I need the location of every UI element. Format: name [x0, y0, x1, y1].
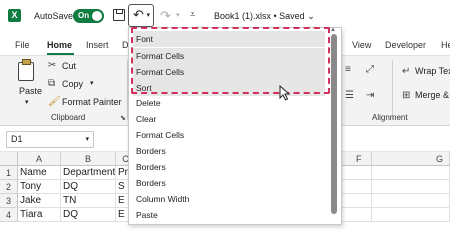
- alignment-group-label: Alignment: [372, 113, 408, 122]
- chevron-down-icon[interactable]: ▾: [176, 11, 180, 19]
- scroll-up-arrow-icon[interactable]: ▲: [330, 27, 336, 33]
- undo-button[interactable]: ↶ ▾: [128, 4, 154, 27]
- autosave-state: On: [78, 11, 90, 20]
- row-header[interactable]: 2: [0, 180, 18, 194]
- paste-button[interactable]: Paste: [19, 86, 42, 96]
- table-cell[interactable]: [372, 166, 450, 180]
- column-header-a[interactable]: A: [18, 152, 61, 166]
- indent-icon[interactable]: ⇥: [366, 90, 374, 101]
- table-cell[interactable]: DQ: [61, 180, 116, 194]
- undo-history-item[interactable]: Borders: [135, 143, 325, 159]
- table-cell[interactable]: [372, 208, 450, 222]
- tab-help[interactable]: He: [441, 40, 450, 50]
- name-box-value: D1: [11, 134, 23, 144]
- clipboard-group-label: Clipboard: [51, 113, 86, 122]
- chevron-down-icon[interactable]: ▾: [25, 98, 29, 106]
- undo-history-item[interactable]: Paste: [135, 207, 325, 223]
- undo-history-item[interactable]: Clear: [135, 111, 325, 127]
- table-cell[interactable]: Tiara: [18, 208, 61, 222]
- wrap-text-icon[interactable]: ↵: [402, 66, 410, 77]
- document-title[interactable]: Book1 (1).xlsx • Saved ⌄: [214, 11, 315, 22]
- autosave-label: AutoSave: [34, 11, 74, 21]
- autosave-toggle[interactable]: On: [73, 9, 104, 23]
- row-header[interactable]: 4: [0, 208, 18, 222]
- table-cell[interactable]: [342, 180, 372, 194]
- toggle-knob-icon: [92, 11, 102, 21]
- row-header[interactable]: 3: [0, 194, 18, 208]
- undo-icon: ↶: [133, 7, 144, 22]
- merge-icon[interactable]: ⊞: [402, 90, 410, 101]
- undo-history-item[interactable]: Format Cells: [135, 127, 325, 143]
- table-cell[interactable]: DQ: [61, 208, 116, 222]
- tab-home[interactable]: Home: [47, 40, 72, 50]
- column-header-g[interactable]: G: [372, 152, 450, 166]
- orientation-icon[interactable]: ⤢: [366, 64, 374, 75]
- merge-center-button[interactable]: Merge &: [415, 90, 449, 100]
- table-cell[interactable]: [342, 208, 372, 222]
- copy-button[interactable]: Copy: [62, 79, 83, 89]
- table-cell[interactable]: Jake: [18, 194, 61, 208]
- redo-icon[interactable]: ↷: [160, 8, 171, 24]
- table-cell[interactable]: [342, 166, 372, 180]
- dialog-launcher-icon[interactable]: ⬊: [120, 114, 126, 122]
- align-left-icon[interactable]: ☰: [345, 90, 354, 101]
- row-header[interactable]: 1: [0, 166, 18, 180]
- customize-qat-icon[interactable]: ⩡: [190, 9, 195, 20]
- table-cell[interactable]: [342, 194, 372, 208]
- wrap-text-button[interactable]: Wrap Tex: [415, 66, 450, 76]
- column-header-f[interactable]: F: [342, 152, 372, 166]
- cut-button[interactable]: Cut: [62, 61, 76, 71]
- undo-history-item[interactable]: Borders: [135, 175, 325, 191]
- table-cell[interactable]: Name: [18, 166, 61, 180]
- name-box[interactable]: D1 ▾: [6, 131, 94, 148]
- table-cell[interactable]: [372, 180, 450, 194]
- table-cell[interactable]: [372, 194, 450, 208]
- format-painter-icon[interactable]: 🖌: [48, 96, 61, 107]
- chevron-down-icon[interactable]: ▾: [146, 6, 150, 26]
- tab-file[interactable]: File: [15, 40, 30, 50]
- tab-view[interactable]: View: [352, 40, 371, 50]
- tab-developer[interactable]: Developer: [385, 40, 426, 50]
- chevron-down-icon[interactable]: ▾: [85, 132, 89, 147]
- undo-history-item[interactable]: Borders: [135, 159, 325, 175]
- select-all-corner[interactable]: [0, 152, 18, 166]
- copy-icon[interactable]: ⧉: [48, 78, 55, 89]
- save-icon[interactable]: [113, 9, 125, 21]
- undo-history-item[interactable]: Column Width: [135, 191, 325, 207]
- paste-icon[interactable]: [18, 59, 34, 81]
- undo-history-item[interactable]: Delete: [135, 95, 325, 111]
- group-divider: [392, 60, 393, 120]
- tab-insert[interactable]: Insert: [86, 40, 109, 50]
- dropdown-scrollbar[interactable]: [331, 34, 337, 214]
- format-painter-button[interactable]: Format Painter: [62, 97, 122, 107]
- excel-logo-icon: X: [8, 9, 21, 22]
- table-cell[interactable]: TN: [61, 194, 116, 208]
- table-cell[interactable]: Department: [61, 166, 116, 180]
- column-header-b[interactable]: B: [61, 152, 116, 166]
- selection-highlight-box: [131, 27, 330, 94]
- mouse-cursor-icon: [279, 85, 291, 101]
- chevron-down-icon[interactable]: ▾: [90, 79, 94, 87]
- table-cell[interactable]: Tony: [18, 180, 61, 194]
- align-top-icon[interactable]: ≡: [345, 64, 351, 75]
- scissors-icon[interactable]: ✂: [48, 60, 56, 71]
